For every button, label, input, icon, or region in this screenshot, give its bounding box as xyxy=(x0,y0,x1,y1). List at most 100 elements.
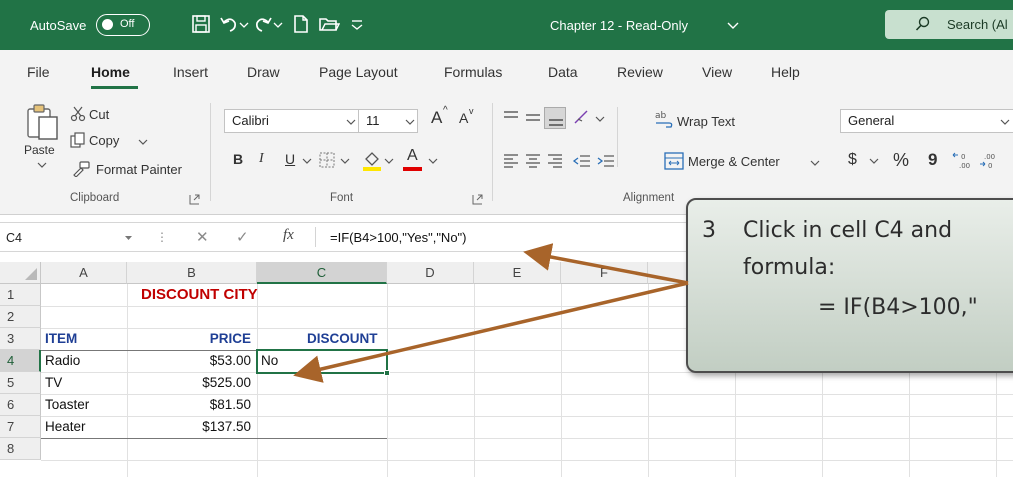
align-right-icon[interactable] xyxy=(546,153,564,169)
borders-icon[interactable] xyxy=(318,151,336,169)
price-cell[interactable]: $53.00 xyxy=(131,350,251,372)
fill-handle[interactable] xyxy=(384,370,390,376)
row-header-3[interactable]: 3 xyxy=(0,328,41,350)
paste-label[interactable]: Paste xyxy=(24,143,55,157)
percent-button[interactable]: % xyxy=(893,150,909,171)
row-header-5[interactable]: 5 xyxy=(0,372,41,394)
increase-decimal-icon[interactable]: 0 .00 xyxy=(951,151,973,171)
tab-formulas[interactable]: Formulas xyxy=(444,64,502,80)
formula-input[interactable]: =IF(B4>100,"Yes","No") xyxy=(330,230,467,245)
merge-center-icon[interactable] xyxy=(664,152,684,170)
row-header-4[interactable]: 4 xyxy=(0,350,41,372)
open-folder-icon[interactable] xyxy=(318,13,340,35)
fill-color-dropdown-icon[interactable] xyxy=(384,157,394,165)
tab-insert[interactable]: Insert xyxy=(173,64,208,80)
currency-dropdown-icon[interactable] xyxy=(869,157,879,165)
row-header-6[interactable]: 6 xyxy=(0,394,41,416)
number-format-select[interactable]: General xyxy=(840,109,1013,133)
copy-dropdown-icon[interactable] xyxy=(138,138,148,146)
cut-button[interactable]: Cut xyxy=(89,107,109,122)
font-color-dropdown-icon[interactable] xyxy=(428,157,438,165)
row-header-8[interactable]: 8 xyxy=(0,438,41,460)
comma-style-button[interactable]: 9 xyxy=(928,150,937,170)
save-icon[interactable] xyxy=(190,13,212,35)
italic-button[interactable]: I xyxy=(259,151,264,167)
decrease-indent-icon[interactable] xyxy=(572,153,592,169)
new-file-icon[interactable] xyxy=(290,13,312,35)
merge-center-button[interactable]: Merge & Center xyxy=(688,154,780,169)
chevron-down-icon[interactable] xyxy=(727,21,739,31)
column-header-e[interactable]: E xyxy=(474,262,561,284)
format-painter-icon[interactable] xyxy=(72,161,90,177)
copy-icon[interactable] xyxy=(70,132,86,148)
item-cell[interactable]: Radio xyxy=(45,350,80,372)
bold-button[interactable]: B xyxy=(233,151,243,167)
chevron-down-icon[interactable] xyxy=(346,118,356,126)
search-box[interactable]: Search (Al xyxy=(885,10,1013,39)
orientation-icon[interactable] xyxy=(572,107,592,127)
cancel-icon[interactable]: ✕ xyxy=(196,228,209,246)
price-cell[interactable]: $525.00 xyxy=(131,372,251,394)
column-header-b[interactable]: B xyxy=(127,262,257,284)
chevron-down-icon[interactable] xyxy=(1000,118,1010,126)
redo-icon[interactable] xyxy=(252,13,274,35)
grow-font-button[interactable]: A xyxy=(431,108,442,128)
borders-dropdown-icon[interactable] xyxy=(340,157,350,165)
paste-dropdown-icon[interactable] xyxy=(37,161,47,169)
increase-indent-icon[interactable] xyxy=(596,153,616,169)
customize-toolbar-icon[interactable] xyxy=(346,13,368,35)
undo-icon[interactable] xyxy=(218,13,240,35)
row-header-1[interactable]: 1 xyxy=(0,284,41,306)
paste-icon[interactable] xyxy=(26,103,60,143)
align-top-icon[interactable] xyxy=(502,109,520,127)
dialog-launcher-icon[interactable] xyxy=(472,194,483,205)
align-bottom-button[interactable] xyxy=(544,107,566,129)
currency-button[interactable]: $ xyxy=(848,151,857,169)
align-left-icon[interactable] xyxy=(502,153,520,169)
scissors-icon[interactable] xyxy=(70,106,86,122)
font-name-select[interactable]: Calibri xyxy=(224,109,359,133)
tab-home[interactable]: Home xyxy=(91,64,130,80)
autosave-toggle[interactable]: Off xyxy=(96,14,150,36)
underline-dropdown-icon[interactable] xyxy=(302,157,312,165)
column-header-c[interactable]: C xyxy=(257,262,387,284)
tab-review[interactable]: Review xyxy=(617,64,663,80)
shrink-font-button[interactable]: A xyxy=(459,110,468,126)
document-title[interactable]: Chapter 12 - Read-Only xyxy=(550,18,688,33)
tab-draw[interactable]: Draw xyxy=(247,64,280,80)
wrap-text-button[interactable]: Wrap Text xyxy=(677,114,735,129)
tab-data[interactable]: Data xyxy=(548,64,578,80)
column-header-f[interactable]: F xyxy=(561,262,648,284)
decrease-decimal-icon[interactable]: .00 0 xyxy=(978,151,1000,171)
fill-color-icon[interactable] xyxy=(362,149,382,171)
column-header-a[interactable]: A xyxy=(41,262,127,284)
enter-icon[interactable]: ✓ xyxy=(236,228,249,246)
tab-page-layout[interactable]: Page Layout xyxy=(319,64,398,80)
tab-file[interactable]: File xyxy=(27,64,50,80)
orientation-dropdown-icon[interactable] xyxy=(595,115,605,123)
format-painter-button[interactable]: Format Painter xyxy=(96,162,182,177)
dialog-launcher-icon[interactable] xyxy=(189,194,200,205)
active-cell-c4[interactable] xyxy=(256,349,390,376)
align-middle-icon[interactable] xyxy=(524,109,542,127)
wrap-text-icon[interactable]: ab xyxy=(654,109,676,129)
price-cell[interactable]: $137.50 xyxy=(131,416,251,438)
redo-dropdown-icon[interactable] xyxy=(272,13,284,35)
item-cell[interactable]: TV xyxy=(45,372,62,394)
select-all-corner[interactable] xyxy=(0,262,41,284)
row-header-7[interactable]: 7 xyxy=(0,416,41,438)
merge-dropdown-icon[interactable] xyxy=(810,159,820,167)
align-center-icon[interactable] xyxy=(524,153,542,169)
row-header-2[interactable]: 2 xyxy=(0,306,41,328)
underline-button[interactable]: U xyxy=(285,151,295,167)
price-cell[interactable]: $81.50 xyxy=(131,394,251,416)
chevron-down-icon[interactable] xyxy=(405,118,415,126)
column-header-d[interactable]: D xyxy=(387,262,474,284)
font-color-button[interactable]: A xyxy=(407,147,418,165)
name-box-dropdown-icon[interactable] xyxy=(124,235,133,242)
copy-button[interactable]: Copy xyxy=(89,133,119,148)
item-cell[interactable]: Heater xyxy=(45,416,86,438)
tab-view[interactable]: View xyxy=(702,64,732,80)
tab-help[interactable]: Help xyxy=(771,64,800,80)
insert-function-button[interactable]: fx xyxy=(283,227,294,244)
